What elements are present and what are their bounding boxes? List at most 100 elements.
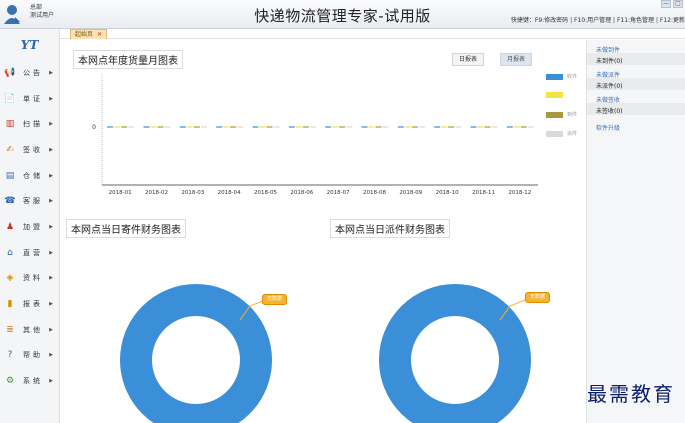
todo-heading: 未做签收 (596, 97, 621, 104)
bar (273, 126, 280, 128)
legend-item[interactable]: 收件 (546, 73, 577, 80)
dispatch-label-leader (499, 299, 526, 321)
todo-sections: 未做到件 未到件(0) 未做派件 未派件(0) 未做签收 未签收(0) (587, 40, 685, 115)
bar (404, 126, 411, 128)
x-tick-label: 2018-03 (181, 190, 204, 196)
bar (477, 126, 484, 128)
send-no-data-label: 无数据 (262, 294, 288, 305)
bar (121, 126, 128, 128)
x-tick-label: 2018-10 (436, 190, 459, 196)
bar (186, 126, 193, 128)
warehouse-icon: ▤ (5, 170, 15, 181)
bar (368, 126, 375, 128)
sign-icon: ✍ (6, 144, 14, 155)
bar (193, 126, 200, 128)
bar (237, 126, 244, 128)
minimize-button[interactable]: — (661, 0, 671, 8)
bar (114, 126, 121, 128)
sidebar-item-12[interactable]: ⚙ 系统 ▶ (0, 368, 59, 394)
close-icon[interactable]: ✕ (97, 30, 102, 39)
window-controls: — ▢ (661, 0, 683, 9)
bar (150, 126, 157, 128)
sidebar-item-10[interactable]: ≣ 其他 ▶ (0, 317, 59, 343)
franchise-icon: ♟ (5, 221, 15, 232)
other-icon: ≣ (6, 324, 14, 335)
todo-count[interactable]: 未签收(0) (587, 103, 685, 115)
sidebar-item-9[interactable]: ▮ 报表 ▶ (0, 291, 59, 317)
legend-swatch (546, 92, 563, 98)
sidebar-item-label: 签收 (23, 145, 43, 154)
x-tick-label: 2018-06 (290, 190, 313, 196)
document-icon: 📄 (4, 93, 16, 104)
tab-label: 起始页 (75, 31, 94, 38)
bar (157, 126, 164, 128)
chevron-right-icon: ▶ (49, 275, 53, 282)
help-icon: ? (7, 350, 13, 361)
todo-count[interactable]: 未派件(0) (587, 78, 685, 90)
sidebar-item-4[interactable]: ▤ 仓储 ▶ (0, 163, 59, 189)
todo-panel: 未做到件 未到件(0) 未做派件 未派件(0) 未做签收 未签收(0) 软件升级 (586, 40, 685, 423)
x-tick-label: 2018-01 (109, 190, 132, 196)
chevron-right-icon: ▶ (49, 326, 53, 333)
sidebar-item-2[interactable]: ▥ 扫描 ▶ (0, 111, 59, 137)
sidebar-item-8[interactable]: ◈ 资料 ▶ (0, 266, 59, 292)
bar (309, 126, 316, 128)
sidebar-item-5[interactable]: ☎ 客服 ▶ (0, 188, 59, 214)
chevron-right-icon: ▶ (49, 223, 53, 230)
bar (441, 126, 448, 128)
bar (216, 126, 223, 128)
legend-swatch (546, 73, 563, 80)
sidebar-item-label: 报表 (23, 300, 43, 309)
bar (491, 126, 498, 128)
bar (527, 126, 534, 128)
sidebar-item-0[interactable]: 📢 公告 ▶ (0, 60, 59, 86)
bar (375, 126, 382, 128)
x-tick-label: 2018-07 (327, 190, 350, 196)
chevron-right-icon: ▶ (49, 121, 53, 128)
bar (339, 126, 346, 128)
x-tick-label: 2018-05 (254, 190, 277, 196)
bar (200, 126, 207, 128)
logo-text: YT (20, 37, 39, 52)
legend-item[interactable] (546, 92, 567, 98)
maximize-button[interactable]: ▢ (673, 0, 683, 8)
bar (361, 126, 368, 128)
chevron-right-icon: ▶ (49, 378, 53, 385)
customer-service-icon: ☎ (4, 196, 16, 207)
legend-label: 到件 (567, 112, 578, 118)
tab-strip: 起始页 ✕ (60, 29, 685, 39)
sidebar-item-7[interactable]: ⌂ 直营 ▶ (0, 240, 59, 266)
sidebar-item-label: 扫描 (23, 120, 43, 129)
send-finance-chart-title: 本网点当日寄件财务图表 (66, 219, 186, 238)
legend-item[interactable]: 到件 (546, 111, 577, 118)
bar (179, 126, 186, 128)
sidebar-item-11[interactable]: ? 帮助 ▶ (0, 343, 59, 369)
sidebar-item-3[interactable]: ✍ 签收 ▶ (0, 137, 59, 163)
bar (346, 126, 353, 128)
data-icon: ◈ (6, 273, 14, 284)
x-tick-label: 2018-04 (218, 190, 241, 196)
legend-swatch (546, 130, 563, 137)
sidebar-item-6[interactable]: ♟ 加盟 ▶ (0, 214, 59, 240)
sidebar: YT 📢 公告 ▶ 📄 单证 ▶ ▥ 扫描 ▶ ✍ 签收 ▶ ▤ 仓储 ▶ ☎ 客服 ▶ ♟ 加盟 ▶ ⌂ 直营 ▶ ◈ 资料 ▶ ▮… (0, 29, 60, 423)
sidebar-item-label: 仓储 (23, 171, 43, 180)
legend-item[interactable]: 派件 (546, 130, 577, 137)
chevron-right-icon: ▶ (49, 301, 53, 308)
software-upgrade-link[interactable]: 软件升级 (587, 115, 685, 132)
bar (470, 126, 477, 128)
todo-heading: 未做派件 (596, 72, 621, 79)
bar (295, 126, 302, 128)
chevron-right-icon: ▶ (49, 352, 53, 359)
company-logo: YT (0, 29, 59, 60)
bar (223, 126, 230, 128)
bar (332, 126, 339, 128)
bar (397, 126, 404, 128)
direct-store-icon: ⌂ (7, 247, 13, 258)
todo-count[interactable]: 未到件(0) (587, 53, 685, 65)
tab-start-page[interactable]: 起始页 ✕ (70, 29, 108, 39)
bar (266, 126, 273, 128)
bar (128, 126, 135, 128)
sidebar-item-1[interactable]: 📄 单证 ▶ (0, 86, 59, 112)
sidebar-item-label: 帮助 (23, 351, 43, 360)
chevron-right-icon: ▶ (49, 146, 53, 153)
